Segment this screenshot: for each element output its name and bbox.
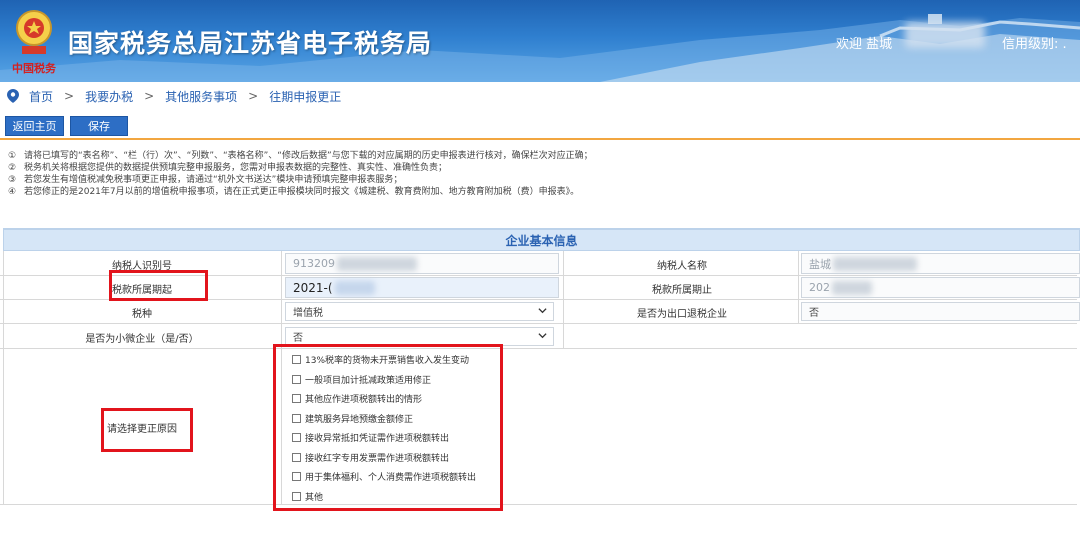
tax-emblem-icon: 中国税务 bbox=[12, 10, 57, 75]
save-button[interactable]: 保存 bbox=[70, 116, 128, 136]
breadcrumb-home[interactable]: 首页 bbox=[29, 88, 53, 105]
section-title: 企业基本信息 bbox=[3, 229, 1080, 251]
breadcrumb-separator: > bbox=[64, 89, 75, 103]
table-border bbox=[563, 251, 564, 349]
toolbar: 返回主页 保存 bbox=[0, 114, 1080, 140]
svg-text:中国税务: 中国税务 bbox=[12, 61, 57, 75]
redacted-id bbox=[337, 256, 417, 271]
taxpayer-name-field[interactable]: 盐城 bbox=[801, 253, 1080, 274]
breadcrumb: 首页 > 我要办税 > 其他服务事项 > 往期申报更正 bbox=[0, 84, 1080, 108]
breadcrumb-separator: > bbox=[248, 89, 259, 103]
location-pin-icon bbox=[7, 89, 19, 103]
tax-type-label: 税种 bbox=[132, 308, 152, 320]
breadcrumb-other-services[interactable]: 其他服务事项 bbox=[165, 88, 237, 105]
period-start-field[interactable]: 2021-( bbox=[285, 277, 559, 298]
redacted-date bbox=[832, 280, 872, 295]
highlight-reason-options bbox=[273, 344, 503, 511]
redacted-name bbox=[833, 256, 917, 271]
site-title: 国家税务总局江苏省电子税务局 bbox=[68, 29, 433, 58]
chevron-down-icon bbox=[538, 333, 547, 339]
export-refund-label: 是否为出口退税企业 bbox=[637, 308, 727, 320]
table-border bbox=[3, 251, 4, 505]
small-micro-label: 是否为小微企业（是/否） bbox=[85, 333, 199, 345]
welcome-text: 欢迎 盐城 bbox=[836, 37, 893, 52]
credit-level: 信用级别: . bbox=[1002, 37, 1067, 52]
period-end-field[interactable]: 202 bbox=[801, 277, 1080, 298]
highlight-reason-label bbox=[101, 408, 193, 452]
period-end-label: 税款所属期止 bbox=[652, 284, 712, 296]
highlight-period-start bbox=[109, 270, 208, 301]
export-refund-field[interactable]: 否 bbox=[801, 302, 1080, 321]
tax-type-select[interactable]: 增值税 bbox=[285, 302, 554, 321]
notice-item: ④ 若您修正的是2021年7月以前的增值税申报事项，请在正式更正申报模块同时报文《… bbox=[8, 187, 580, 197]
taxpayer-id-field[interactable]: 913209 bbox=[285, 253, 559, 274]
taxpayer-name-label: 纳税人名称 bbox=[657, 260, 707, 272]
return-home-button[interactable]: 返回主页 bbox=[5, 116, 64, 136]
header-banner: 中国税务 国家税务总局江苏省电子税务局 欢迎 盐城 信用级别: . bbox=[0, 0, 1080, 82]
basic-info-form: 企业基本信息 bbox=[3, 228, 1080, 251]
table-border bbox=[798, 251, 799, 324]
breadcrumb-tax-handling[interactable]: 我要办税 bbox=[85, 88, 133, 105]
chevron-down-icon bbox=[538, 308, 547, 314]
notice-item: ① 请将已填写的“表名称”、“栏（行）次”、“列数”、“表格名称”、“修改后数据”… bbox=[8, 151, 593, 161]
notice-item: ② 税务机关将根据您提供的数据提供预填完整申报服务，您需对申报表数据的完整性、真实… bbox=[8, 163, 448, 173]
notice-list: ① 请将已填写的“表名称”、“栏（行）次”、“列数”、“表格名称”、“修改后数据”… bbox=[8, 150, 593, 198]
notice-item: ③ 若您发生有增值税减免税事项更正申报，请通过“机外文书送达”模块申请预填完整申报… bbox=[8, 175, 403, 185]
breadcrumb-current: 往期申报更正 bbox=[269, 89, 342, 104]
redacted-username bbox=[905, 22, 985, 48]
redacted-date bbox=[334, 280, 375, 295]
breadcrumb-separator: > bbox=[144, 89, 155, 103]
